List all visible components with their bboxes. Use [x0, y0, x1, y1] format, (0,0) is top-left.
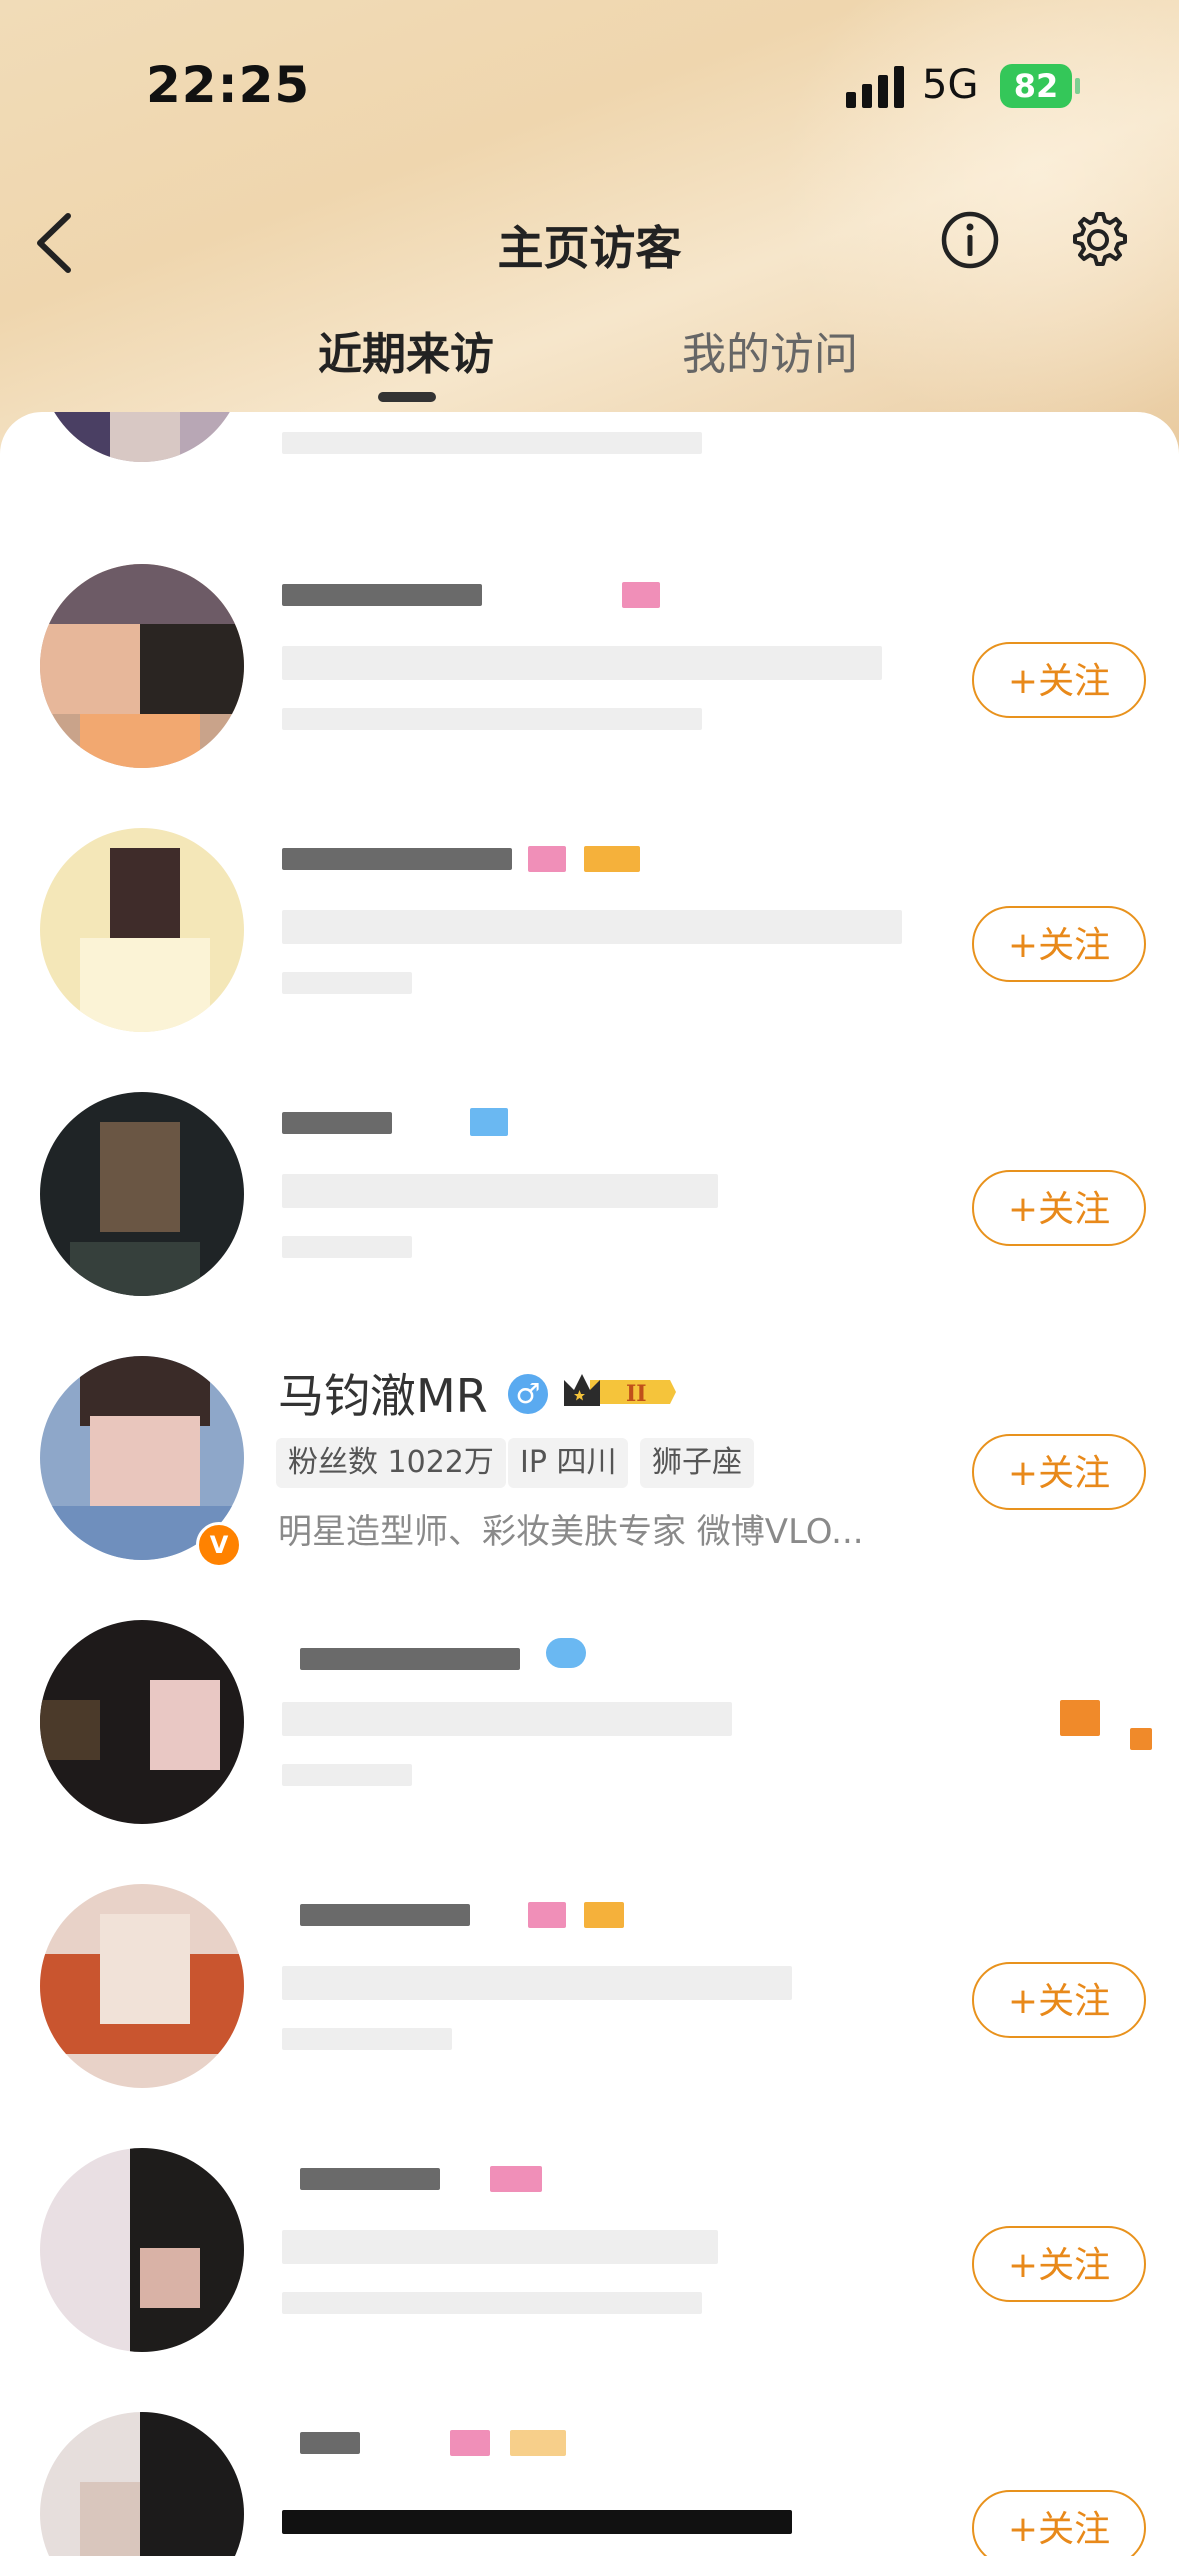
avatar[interactable] — [40, 828, 244, 1032]
follow-button[interactable]: +关注 — [972, 642, 1146, 718]
status-time: 22:25 — [146, 56, 311, 114]
follow-button[interactable]: +关注 — [972, 1170, 1146, 1246]
gear-icon[interactable] — [1066, 208, 1130, 272]
blurred-name — [300, 2168, 440, 2190]
battery-icon: 82 — [1000, 64, 1080, 108]
visitor-list[interactable]: +关注 +关注 +关注 V 马钧澈MR ♂ II 粉丝数 1022万 IP 四川… — [0, 412, 1179, 2556]
blurred-tags — [282, 1174, 718, 1208]
signal-icon — [846, 66, 904, 108]
list-item[interactable] — [0, 412, 1179, 496]
battery-level: 82 — [1013, 67, 1059, 105]
blurred-button — [1130, 1728, 1152, 1750]
blurred-badge — [528, 846, 566, 872]
tag-zodiac: 狮子座 — [640, 1438, 754, 1488]
tab-recent-visits[interactable]: 近期来访 — [318, 318, 494, 382]
follow-button[interactable]: +关注 — [972, 2226, 1146, 2302]
avatar[interactable] — [40, 1884, 244, 2088]
blurred-name — [282, 584, 482, 606]
tab-my-visits[interactable]: 我的访问 — [682, 318, 858, 382]
blurred-badge — [510, 2430, 566, 2456]
blurred-button — [1060, 1700, 1100, 1736]
blurred-bio — [282, 708, 702, 730]
user-bio: 明星造型师、彩妆美肤专家 微博VLO... — [278, 1512, 864, 1552]
tab-indicator — [378, 392, 436, 402]
blurred-bio — [282, 2028, 452, 2050]
blurred-tags — [282, 1966, 792, 2000]
blurred-badge — [584, 846, 640, 872]
blurred-tags — [282, 910, 902, 944]
avatar[interactable] — [40, 2412, 244, 2556]
follow-button[interactable]: +关注 — [972, 1962, 1146, 2038]
avatar[interactable] — [40, 564, 244, 768]
follow-button[interactable]: +关注 — [972, 2490, 1146, 2556]
blurred-bio — [282, 2292, 702, 2314]
blurred-name — [300, 2432, 360, 2454]
list-item[interactable]: +关注 — [0, 2106, 1179, 2370]
list-item-featured[interactable]: V 马钧澈MR ♂ II 粉丝数 1022万 IP 四川 狮子座 明星造型师、彩… — [0, 1314, 1179, 1578]
blurred-badge — [584, 1902, 624, 1928]
list-item[interactable]: +关注 — [0, 522, 1179, 786]
blurred-name — [300, 1904, 470, 1926]
avatar[interactable] — [40, 412, 244, 462]
blurred-name — [282, 848, 512, 870]
avatar[interactable] — [40, 1620, 244, 1824]
blurred-badge — [528, 1902, 566, 1928]
list-item[interactable]: +关注 — [0, 786, 1179, 1050]
blurred-tags — [282, 2230, 718, 2264]
blurred-bio — [282, 972, 412, 994]
blurred-badge — [546, 1638, 586, 1668]
blurred-tags — [282, 2510, 792, 2534]
blurred-tags — [282, 1702, 732, 1736]
follow-button[interactable]: +关注 — [972, 1434, 1146, 1510]
blurred-name — [282, 1112, 392, 1134]
verified-badge: V — [196, 1522, 242, 1568]
vip-crown-icon: II — [564, 1374, 676, 1407]
list-item[interactable] — [0, 1578, 1179, 1842]
blurred-tags — [282, 646, 882, 680]
page-title: 主页访客 — [497, 221, 682, 275]
network-label: 5G — [922, 62, 979, 108]
blurred-bio — [282, 1236, 412, 1258]
vip-level: II — [626, 1381, 647, 1407]
blurred-text — [282, 432, 702, 454]
tag-ip: IP 四川 — [508, 1438, 629, 1488]
list-item[interactable]: +关注 — [0, 1842, 1179, 2106]
blurred-bio — [282, 1764, 412, 1786]
tag-followers: 粉丝数 1022万 — [276, 1438, 506, 1488]
list-item[interactable]: +关注 — [0, 1050, 1179, 1314]
blurred-badge — [450, 2430, 490, 2456]
blurred-name — [300, 1648, 520, 1670]
info-icon[interactable] — [940, 210, 1000, 270]
avatar[interactable] — [40, 2148, 244, 2352]
avatar[interactable] — [40, 1092, 244, 1296]
blurred-badge — [622, 582, 660, 608]
user-name[interactable]: 马钧澈MR — [278, 1360, 488, 1426]
blurred-badge — [470, 1108, 508, 1136]
list-item[interactable]: +关注 — [0, 2370, 1179, 2556]
follow-button[interactable]: +关注 — [972, 906, 1146, 982]
status-bar: 22:25 5G 82 — [0, 0, 1179, 160]
blurred-badge — [490, 2166, 542, 2192]
male-icon: ♂ — [508, 1374, 548, 1414]
